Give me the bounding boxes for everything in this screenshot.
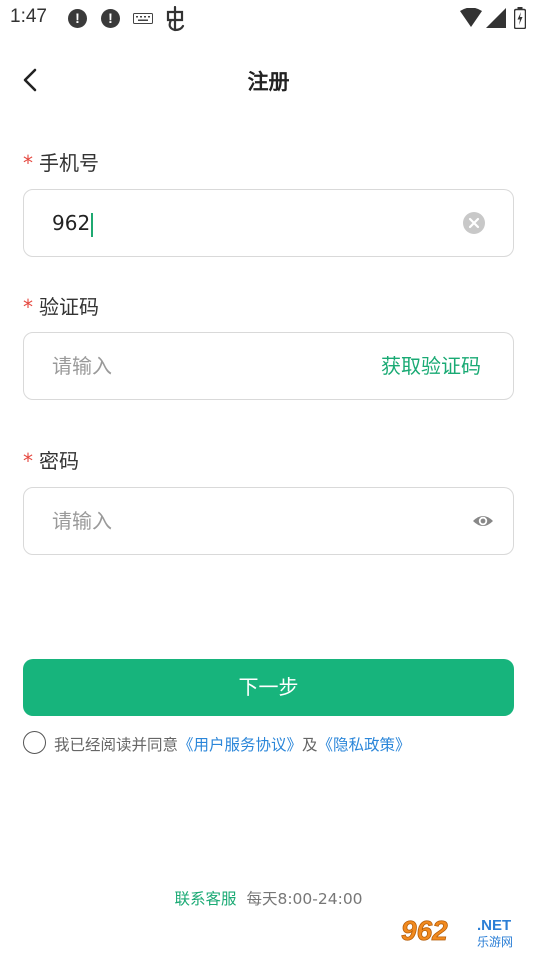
watermark-main: 962	[401, 915, 448, 946]
keyboard-icon	[133, 13, 153, 24]
user-agreement-link[interactable]: 《用户服务协议》	[178, 736, 302, 754]
password-input[interactable]	[52, 488, 432, 554]
contact-service-link[interactable]: 联系客服	[174, 890, 236, 908]
agreement-text: 我已经阅读并同意《用户服务协议》及《隐私政策》	[54, 736, 411, 754]
service-hours: 每天8:00-24:00	[246, 890, 363, 908]
code-input-box: 获取验证码	[23, 332, 514, 400]
required-mark: *	[23, 295, 33, 319]
site-watermark-logo: 962 .NET 乐游网	[397, 912, 533, 950]
get-code-button[interactable]: 获取验证码	[381, 333, 481, 399]
privacy-policy-link[interactable]: 《隐私政策》	[318, 736, 411, 754]
footer: 联系客服 每天8:00-24:00	[0, 887, 537, 909]
agreement-checkbox[interactable]	[23, 731, 46, 754]
code-label-text: 验证码	[39, 295, 99, 319]
wifi-icon	[460, 8, 482, 27]
page-title: 注册	[247, 70, 290, 94]
status-time: 1:47	[10, 6, 47, 27]
phone-input-value: 962	[52, 190, 93, 256]
clear-icon[interactable]	[463, 212, 485, 234]
status-bar: 1:47 ! !	[0, 0, 537, 38]
watermark-sub: 乐游网	[477, 935, 513, 949]
alert-icon: !	[101, 9, 120, 28]
app-header: 注册	[0, 52, 537, 108]
required-mark: *	[23, 151, 33, 175]
alert-icon: !	[68, 9, 87, 28]
password-label: * 密码	[23, 445, 79, 474]
phone-label-text: 手机号	[39, 151, 99, 175]
text-caret	[91, 212, 93, 237]
phone-label: * 手机号	[23, 147, 99, 176]
required-mark: *	[23, 449, 33, 473]
watermark-net: .NET	[477, 917, 511, 934]
phone-input[interactable]: 962	[23, 189, 514, 257]
password-input-box	[23, 487, 514, 555]
code-label: * 验证码	[23, 291, 99, 320]
password-label-text: 密码	[39, 449, 79, 473]
next-step-button[interactable]: 下一步	[23, 659, 514, 716]
eye-icon[interactable]	[472, 510, 494, 532]
signal-icon	[486, 8, 506, 28]
code-input[interactable]	[52, 333, 432, 399]
battery-charging-icon	[514, 7, 526, 29]
bug-icon	[166, 6, 185, 32]
register-screen: 1:47 ! ! 注册 * 手机号 962 * 验证码 请输入 获取验证码 * …	[0, 0, 537, 956]
